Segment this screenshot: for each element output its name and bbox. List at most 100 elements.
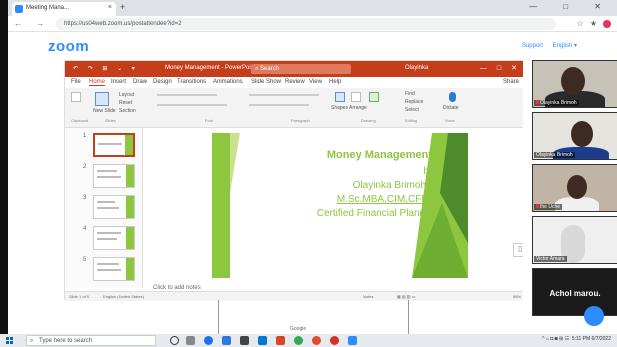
participant-name: Ihe Uche xyxy=(534,204,563,210)
thumb-accent xyxy=(125,135,133,155)
menu-design[interactable]: Design xyxy=(153,79,172,85)
file-explorer-icon[interactable] xyxy=(240,336,249,345)
ppt-search-input[interactable]: ⌕ Search xyxy=(251,64,351,74)
slide-by: by xyxy=(423,166,434,177)
slide-title: Money Management xyxy=(326,149,432,161)
store-icon[interactable] xyxy=(222,336,231,345)
language-select[interactable]: English ▾ xyxy=(553,43,577,49)
group-editing: Editing xyxy=(405,118,418,123)
thumb-text xyxy=(97,232,121,234)
paste-icon[interactable] xyxy=(71,92,81,102)
system-tray[interactable]: ^ ⌂ ◘ ◙ ⊞ ☷ 5:11 PM 6/7/2022 xyxy=(542,336,611,342)
taskbar-search-placeholder: Type here to search xyxy=(39,338,93,344)
participant-tile[interactable]: Olayinka Brimoh xyxy=(532,60,617,108)
slide-credentials: M.Sc,MBA,CIM,CFP xyxy=(336,194,428,205)
thumb-accent xyxy=(126,258,134,280)
app-icon[interactable] xyxy=(312,336,321,345)
new-slide-icon[interactable] xyxy=(95,92,109,106)
thumb-accent xyxy=(126,227,134,249)
mail-icon[interactable] xyxy=(258,336,267,345)
participant-panel: Olayinka Brimoh Olayinka Brimoh Ihe Uche… xyxy=(523,60,617,320)
view-buttons[interactable]: ▦ ▤ ▥ ▭ xyxy=(397,294,415,299)
star-icon[interactable]: ☆ xyxy=(577,19,590,28)
thumb-text xyxy=(97,238,117,240)
section-button[interactable]: Section xyxy=(119,108,136,114)
muted-mic-icon xyxy=(536,100,539,104)
avatar[interactable] xyxy=(603,19,611,28)
find-button[interactable]: Find xyxy=(405,91,415,97)
zoom-level[interactable]: 58% xyxy=(513,294,521,299)
zoom-logo[interactable]: zoom xyxy=(48,38,89,55)
clock-date: 6/7/2022 xyxy=(591,336,611,342)
extension-icon[interactable]: ★ xyxy=(590,19,603,28)
new-tab-button[interactable]: + xyxy=(120,2,125,12)
support-link[interactable]: Support xyxy=(522,43,543,49)
slide-thumbnail[interactable] xyxy=(93,257,135,281)
window-controls[interactable]: — □ ✕ xyxy=(529,2,613,11)
participant-name: Victor Amara xyxy=(534,256,567,262)
replace-button[interactable]: Replace xyxy=(405,99,423,105)
quick-styles-icon[interactable] xyxy=(369,92,379,102)
ppt-window-controls[interactable]: —□✕ xyxy=(480,64,527,72)
ppt-user[interactable]: Olayinka xyxy=(405,65,428,71)
taskbar-search-input[interactable]: ⌕ Type here to search xyxy=(26,335,156,346)
new-slide-label[interactable]: New Slide xyxy=(93,108,116,114)
thumb-text xyxy=(97,269,121,271)
muted-mic-icon xyxy=(536,204,539,208)
shapes-label: Shapes xyxy=(331,105,348,111)
menu-insert[interactable]: Insert xyxy=(111,79,126,85)
current-slide[interactable]: Money Management by Olayinka Brimoh M.Sc… xyxy=(212,133,468,278)
arrange-label: Arrange xyxy=(349,105,367,111)
browser-tab[interactable]: Meeting Mana... × xyxy=(12,2,116,16)
powerpoint-icon[interactable] xyxy=(276,336,285,345)
menu-file[interactable]: File xyxy=(71,79,81,85)
menu-view[interactable]: View xyxy=(309,79,322,85)
font-style-controls[interactable] xyxy=(157,104,227,106)
menu-slide-show[interactable]: Slide Show xyxy=(251,79,281,85)
dictate-label: Dictate xyxy=(443,105,459,111)
shared-screen: ↶ ↷ ⊞ ⌄ ▾ Money Management - PowerPoint … xyxy=(64,60,533,301)
thumb-text xyxy=(97,263,119,265)
font-controls[interactable] xyxy=(157,94,217,96)
edge-icon[interactable] xyxy=(204,336,213,345)
menu-help[interactable]: Help xyxy=(329,79,341,85)
menu-home[interactable]: Home xyxy=(89,79,106,86)
app-icon[interactable] xyxy=(330,336,339,345)
reset-button[interactable]: Reset xyxy=(119,100,132,106)
notes-toggle[interactable]: Notes xyxy=(363,294,373,299)
share-button[interactable]: Share xyxy=(503,79,519,85)
select-button[interactable]: Select xyxy=(405,107,419,113)
quick-access-toolbar[interactable]: ↶ ↷ ⊞ ⌄ ▾ xyxy=(73,65,139,72)
alignment-controls[interactable] xyxy=(249,104,309,106)
cortana-icon[interactable] xyxy=(170,336,179,345)
participant-tile[interactable]: Olayinka Brimoh xyxy=(532,112,617,160)
left-edge xyxy=(0,0,8,347)
tab-close-icon[interactable]: × xyxy=(108,4,112,11)
layout-button[interactable]: Layout xyxy=(119,92,134,98)
menu-animations[interactable]: Animations xyxy=(213,79,243,85)
shapes-icon[interactable] xyxy=(335,92,345,102)
search-icon: ⌕ xyxy=(30,338,34,344)
paragraph-controls[interactable] xyxy=(249,94,319,96)
microphone-icon[interactable] xyxy=(449,92,456,102)
thumb-accent xyxy=(126,165,134,187)
chrome-icon[interactable] xyxy=(294,336,303,345)
menu-review[interactable]: Review xyxy=(285,79,305,85)
windows-start-icon[interactable] xyxy=(6,337,13,344)
slide-thumbnail[interactable] xyxy=(93,226,135,250)
task-view-icon[interactable] xyxy=(186,336,195,345)
menu-transitions[interactable]: Transitions xyxy=(177,79,206,85)
arrange-icon[interactable] xyxy=(351,92,361,102)
slide-thumbnail[interactable] xyxy=(93,195,135,219)
participant-tile[interactable]: Achol marou. xyxy=(532,268,617,316)
page-footer-text: Google xyxy=(290,326,307,332)
menu-draw[interactable]: Draw xyxy=(133,79,147,85)
zoom-app-icon[interactable] xyxy=(348,336,357,345)
participant-tile[interactable]: Ihe Uche xyxy=(532,164,617,212)
slide-thumbnail[interactable] xyxy=(93,133,135,157)
slide-thumbnail[interactable] xyxy=(93,164,135,188)
url-input[interactable]: https://us04web.zoom.us/postattendee?id=… xyxy=(56,18,556,30)
ppt-menu-bar: File Home Insert Draw Design Transitions… xyxy=(65,77,533,88)
chat-bubble-icon[interactable] xyxy=(584,306,604,326)
participant-tile[interactable]: Victor Amara xyxy=(532,216,617,264)
